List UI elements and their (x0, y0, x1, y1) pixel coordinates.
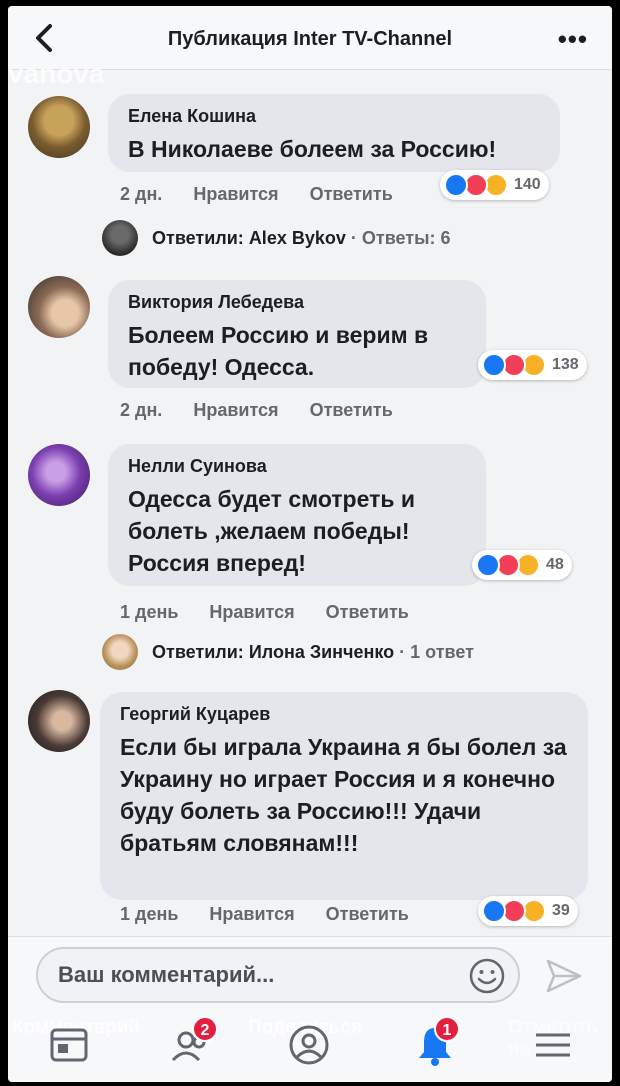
replies-link[interactable]: Ответили: Илона Зинченко · 1 ответ (102, 634, 474, 670)
nav-notifications[interactable]: 1 (412, 1016, 460, 1068)
comment-author[interactable]: Елена Кошина (128, 106, 540, 127)
comment-time: 1 день (120, 602, 179, 622)
comment-meta: 1 день Нравится Ответить (120, 904, 435, 925)
news-feed-icon (50, 1028, 88, 1062)
replies-count: · Ответы: 6 (350, 227, 451, 248)
comment-text: Если бы играла Украина я бы болел за Укр… (120, 734, 567, 856)
more-options-button[interactable]: ••• (558, 24, 588, 55)
comment-text: Одесса будет смотреть и болеть ,желаем п… (128, 486, 416, 576)
comment-meta: 2 дн. Нравится Ответить (120, 184, 419, 205)
comment-time: 2 дн. (120, 184, 163, 204)
reactions-summary[interactable]: 138 (478, 350, 587, 380)
comment-text: Болеем Россию и верим в победу! Одесса. (128, 322, 429, 380)
notifications-badge: 1 (434, 1016, 460, 1042)
like-reaction-icon (482, 899, 506, 923)
comment-author[interactable]: Георгий Куцарев (120, 704, 568, 725)
comment-author[interactable]: Нелли Суинова (128, 456, 466, 477)
send-button[interactable] (544, 957, 584, 995)
reactions-count: 39 (552, 902, 570, 919)
comment-time: 2 дн. (120, 400, 163, 420)
replies-count: · 1 ответ (399, 641, 474, 662)
bottom-nav: 2 1 (8, 1016, 612, 1082)
avatar (102, 220, 138, 256)
facebook-comments-screen: Публикация Inter TV-Channel ••• vanova Е… (8, 6, 612, 1082)
reply-button[interactable]: Ответить (326, 602, 409, 622)
avatar (102, 634, 138, 670)
send-icon (546, 959, 582, 993)
comment-time: 1 день (120, 904, 179, 924)
replies-name: Илона Зинченко (248, 641, 395, 662)
comment-bubble: Нелли Суинова Одесса будет смотреть и бо… (108, 444, 486, 586)
avatar[interactable] (28, 96, 90, 158)
reactions-count: 140 (514, 176, 541, 193)
comment-meta: 2 дн. Нравится Ответить (120, 400, 419, 421)
friends-badge: 2 (192, 1016, 218, 1042)
nav-profile[interactable] (286, 1022, 332, 1068)
profile-icon (289, 1025, 329, 1065)
like-button[interactable]: Нравится (193, 400, 278, 420)
back-button[interactable] (30, 20, 60, 56)
nav-menu[interactable] (530, 1022, 576, 1068)
nav-friends[interactable]: 2 (168, 1016, 218, 1068)
comment-input[interactable] (36, 947, 520, 1003)
avatar[interactable] (28, 444, 90, 506)
reply-button[interactable]: Ответить (310, 184, 393, 204)
comment-author[interactable]: Виктория Лебедева (128, 292, 466, 313)
chevron-left-icon (36, 24, 52, 52)
like-reaction-icon (444, 173, 468, 197)
like-button[interactable]: Нравится (193, 184, 278, 204)
comment-text: В Николаеве болеем за Россию! (128, 136, 497, 162)
page-title: Публикация Inter TV-Channel (167, 28, 453, 50)
replies-name: Alex Bykov (248, 227, 346, 248)
watermark-text: vanova (8, 58, 105, 89)
emoji-button[interactable] (468, 957, 506, 995)
smiley-icon (469, 958, 505, 994)
avatar[interactable] (28, 276, 90, 338)
comment-meta: 1 день Нравится Ответить (120, 602, 435, 623)
like-reaction-icon (476, 553, 500, 577)
like-reaction-icon (482, 353, 506, 377)
reply-button[interactable]: Ответить (310, 400, 393, 420)
reactions-summary[interactable]: 48 (472, 550, 572, 580)
like-button[interactable]: Нравится (209, 602, 294, 622)
replies-prefix: Ответили: (152, 641, 244, 662)
replies-prefix: Ответили: (152, 227, 244, 248)
reactions-summary[interactable]: 140 (440, 170, 549, 200)
hamburger-menu-icon (536, 1033, 570, 1057)
comment-bubble: Виктория Лебедева Болеем Россию и верим … (108, 280, 486, 388)
comment-bubble: Георгий Куцарев Если бы играла Украина я… (100, 692, 588, 900)
reactions-count: 138 (552, 356, 579, 373)
reply-button[interactable]: Ответить (326, 904, 409, 924)
comment-bubble: Елена Кошина В Николаеве болеем за Росси… (108, 94, 560, 172)
replies-link[interactable]: Ответили: Alex Bykov · Ответы: 6 (102, 220, 451, 256)
reactions-count: 48 (546, 556, 564, 573)
nav-feed[interactable] (46, 1022, 92, 1068)
avatar[interactable] (28, 690, 90, 752)
like-button[interactable]: Нравится (209, 904, 294, 924)
reactions-summary[interactable]: 39 (478, 896, 578, 926)
